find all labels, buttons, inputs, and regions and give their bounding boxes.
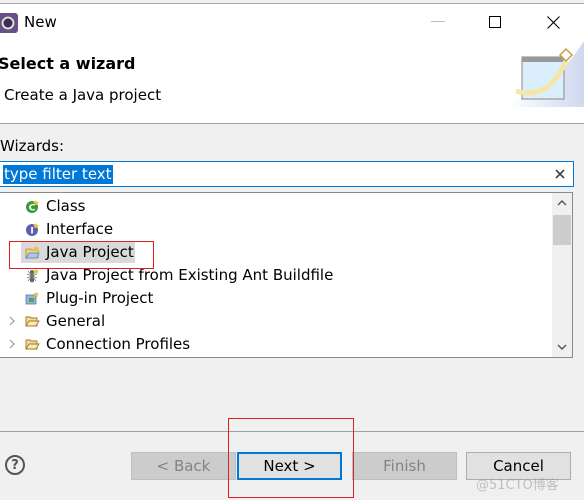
folder-icon bbox=[25, 316, 40, 327]
help-icon: ? bbox=[11, 457, 19, 473]
tree-item-label: General bbox=[46, 312, 106, 330]
plugin-project-icon bbox=[25, 291, 39, 305]
page-description: Create a Java project bbox=[4, 86, 162, 104]
eclipse-gear-icon bbox=[0, 13, 18, 33]
chevron-right-icon[interactable] bbox=[8, 316, 16, 326]
tree-item-label: Plug-in Project bbox=[46, 289, 154, 307]
clear-icon bbox=[555, 169, 565, 179]
filter-input[interactable]: type filter text bbox=[0, 161, 574, 187]
finish-button[interactable]: Finish bbox=[352, 452, 457, 480]
class-icon: C bbox=[26, 200, 39, 214]
tree-item-label: Interface bbox=[46, 220, 114, 238]
wizards-label: Wizards: bbox=[0, 137, 65, 155]
tree-item-general[interactable]: General bbox=[0, 310, 539, 332]
page-title: Select a wizard bbox=[0, 54, 136, 73]
tree-item-class[interactable]: C Class bbox=[0, 195, 539, 217]
clear-filter-button[interactable] bbox=[551, 164, 569, 184]
maximize-icon bbox=[488, 15, 501, 28]
scroll-up-button[interactable] bbox=[552, 193, 572, 213]
tree-item-interface[interactable]: I Interface bbox=[0, 218, 539, 240]
scroll-thumb[interactable] bbox=[553, 215, 571, 245]
minimize-button[interactable] bbox=[423, 10, 453, 34]
scroll-down-button[interactable] bbox=[552, 337, 572, 357]
tree-item-label: Connection Profiles bbox=[46, 335, 191, 353]
help-button[interactable]: ? bbox=[5, 455, 25, 475]
tree-item-label: Java Project bbox=[46, 243, 134, 261]
filter-text[interactable]: type filter text bbox=[3, 165, 113, 184]
minimize-icon bbox=[431, 21, 445, 22]
tree-item-ant-project[interactable]: Java Project from Existing Ant Buildfile bbox=[0, 264, 539, 286]
tree-item-plugin-project[interactable]: Plug-in Project bbox=[0, 287, 539, 309]
maximize-button[interactable] bbox=[480, 10, 510, 34]
interface-icon: I bbox=[26, 223, 39, 237]
back-button[interactable]: < Back bbox=[131, 452, 236, 480]
new-wizard-banner-icon bbox=[508, 41, 584, 107]
svg-text:I: I bbox=[30, 227, 33, 237]
tree-item-java-project[interactable]: Java Project bbox=[0, 241, 539, 263]
close-icon bbox=[546, 15, 560, 29]
window-title: New bbox=[24, 13, 57, 31]
chevron-up-icon bbox=[557, 200, 567, 206]
footer-separator bbox=[0, 431, 584, 432]
folder-icon bbox=[25, 339, 40, 350]
tree-item-connection-profiles[interactable]: Connection Profiles bbox=[0, 333, 539, 355]
title-bar: New bbox=[0, 3, 584, 41]
tree-item-label: Class bbox=[46, 197, 86, 215]
ant-icon bbox=[26, 268, 39, 283]
close-button[interactable] bbox=[538, 10, 568, 34]
next-button[interactable]: Next > bbox=[237, 452, 342, 480]
tree-item-label: Java Project from Existing Ant Buildfile bbox=[46, 266, 334, 284]
watermark: @51CTO博客 bbox=[476, 478, 559, 493]
chevron-down-icon bbox=[557, 344, 567, 350]
wizard-tree[interactable]: C Class I Interface Java Project Java Pr… bbox=[0, 192, 573, 358]
java-project-icon bbox=[25, 245, 40, 259]
vertical-scrollbar[interactable] bbox=[552, 193, 572, 357]
chevron-right-icon[interactable] bbox=[8, 339, 16, 349]
wizard-header: Select a wizard Create a Java project bbox=[0, 41, 584, 124]
